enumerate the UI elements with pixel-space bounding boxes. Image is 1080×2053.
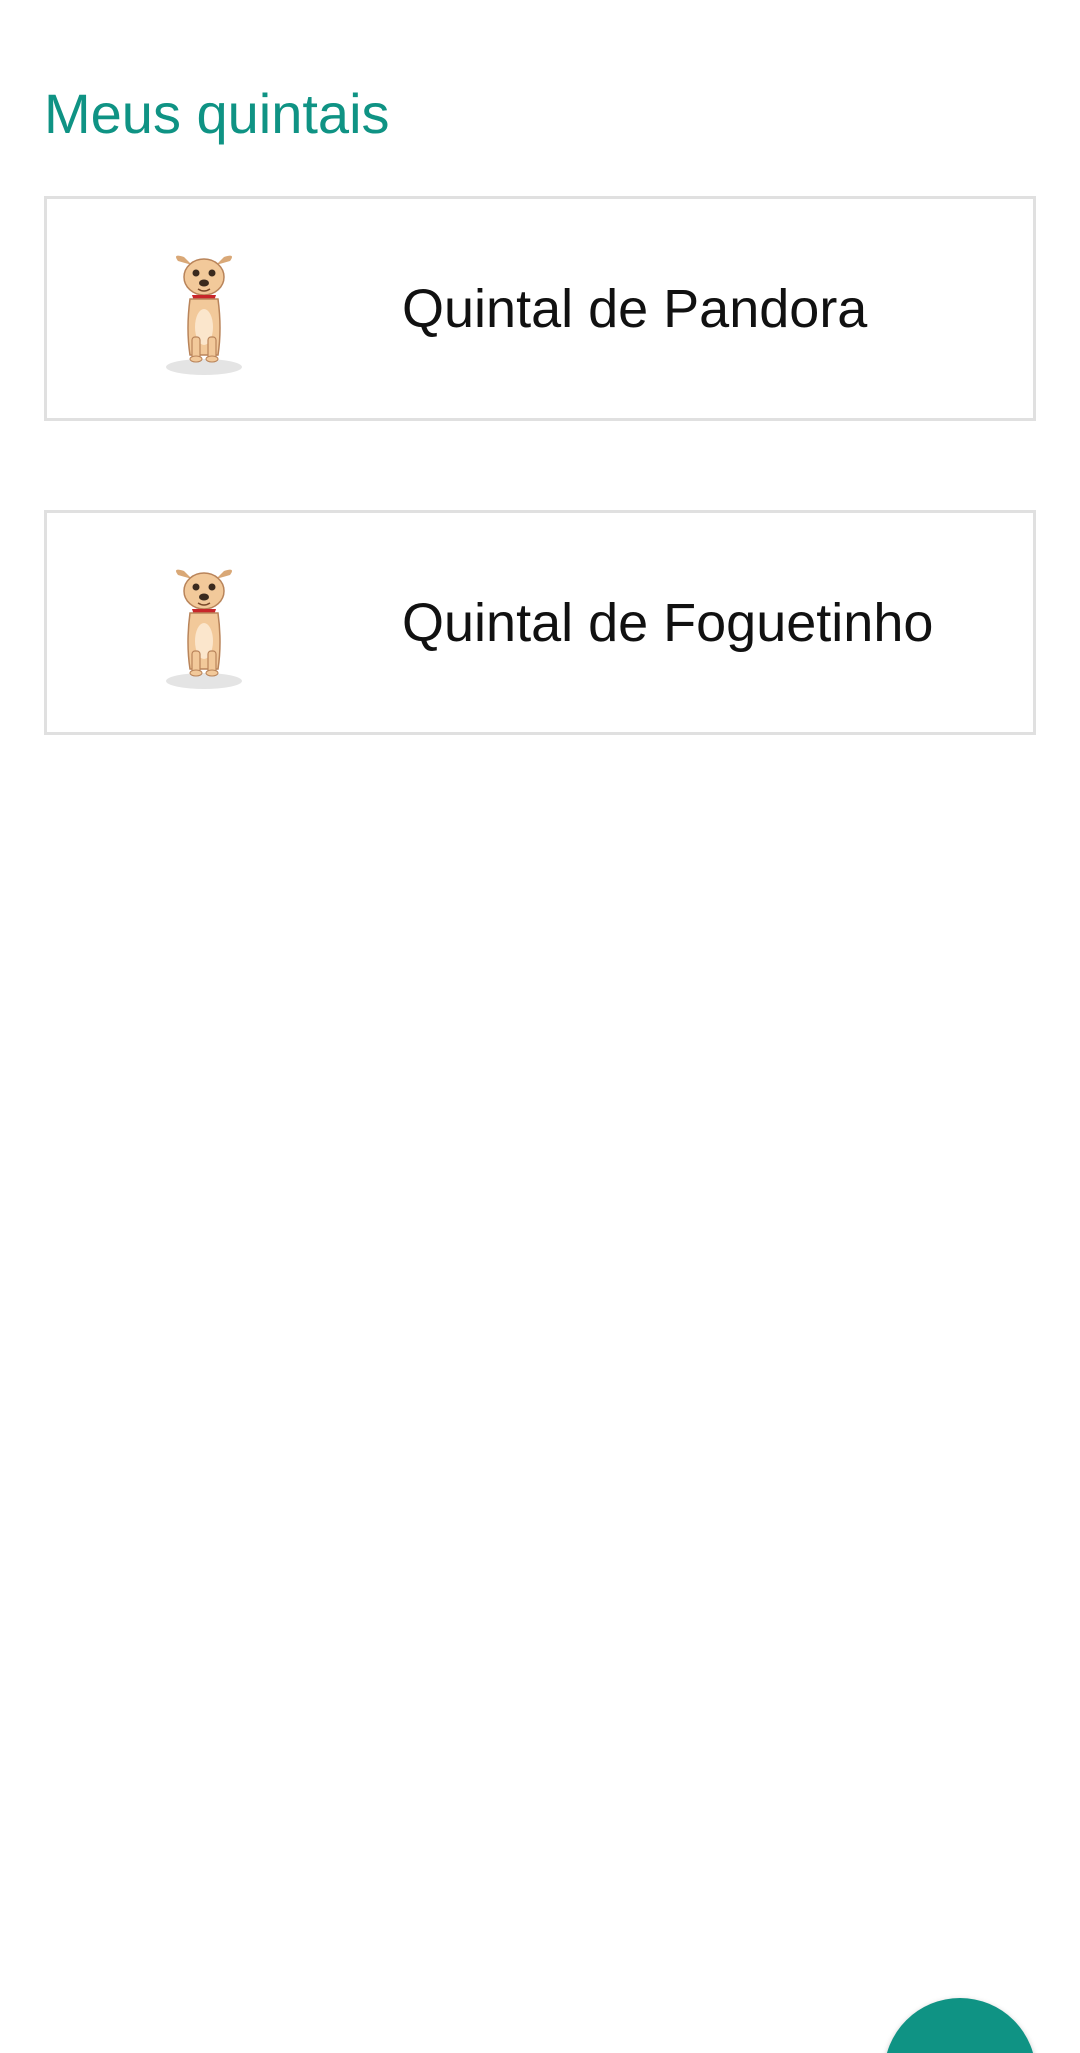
yard-card[interactable]: Quintal de Foguetinho [44,510,1036,735]
dog-icon [162,565,246,691]
yards-screen: Meus quintais Quintal de Pandora Quintal… [0,0,1080,2053]
dog-icon [162,251,246,377]
page-title: Meus quintais [44,81,390,145]
add-yard-button[interactable] [884,1998,1036,2053]
yard-name: Quintal de Foguetinho [402,592,934,653]
yard-name: Quintal de Pandora [402,278,868,339]
yard-list: Quintal de Pandora Quintal de Foguetinho [44,196,1036,824]
yard-card[interactable]: Quintal de Pandora [44,196,1036,421]
